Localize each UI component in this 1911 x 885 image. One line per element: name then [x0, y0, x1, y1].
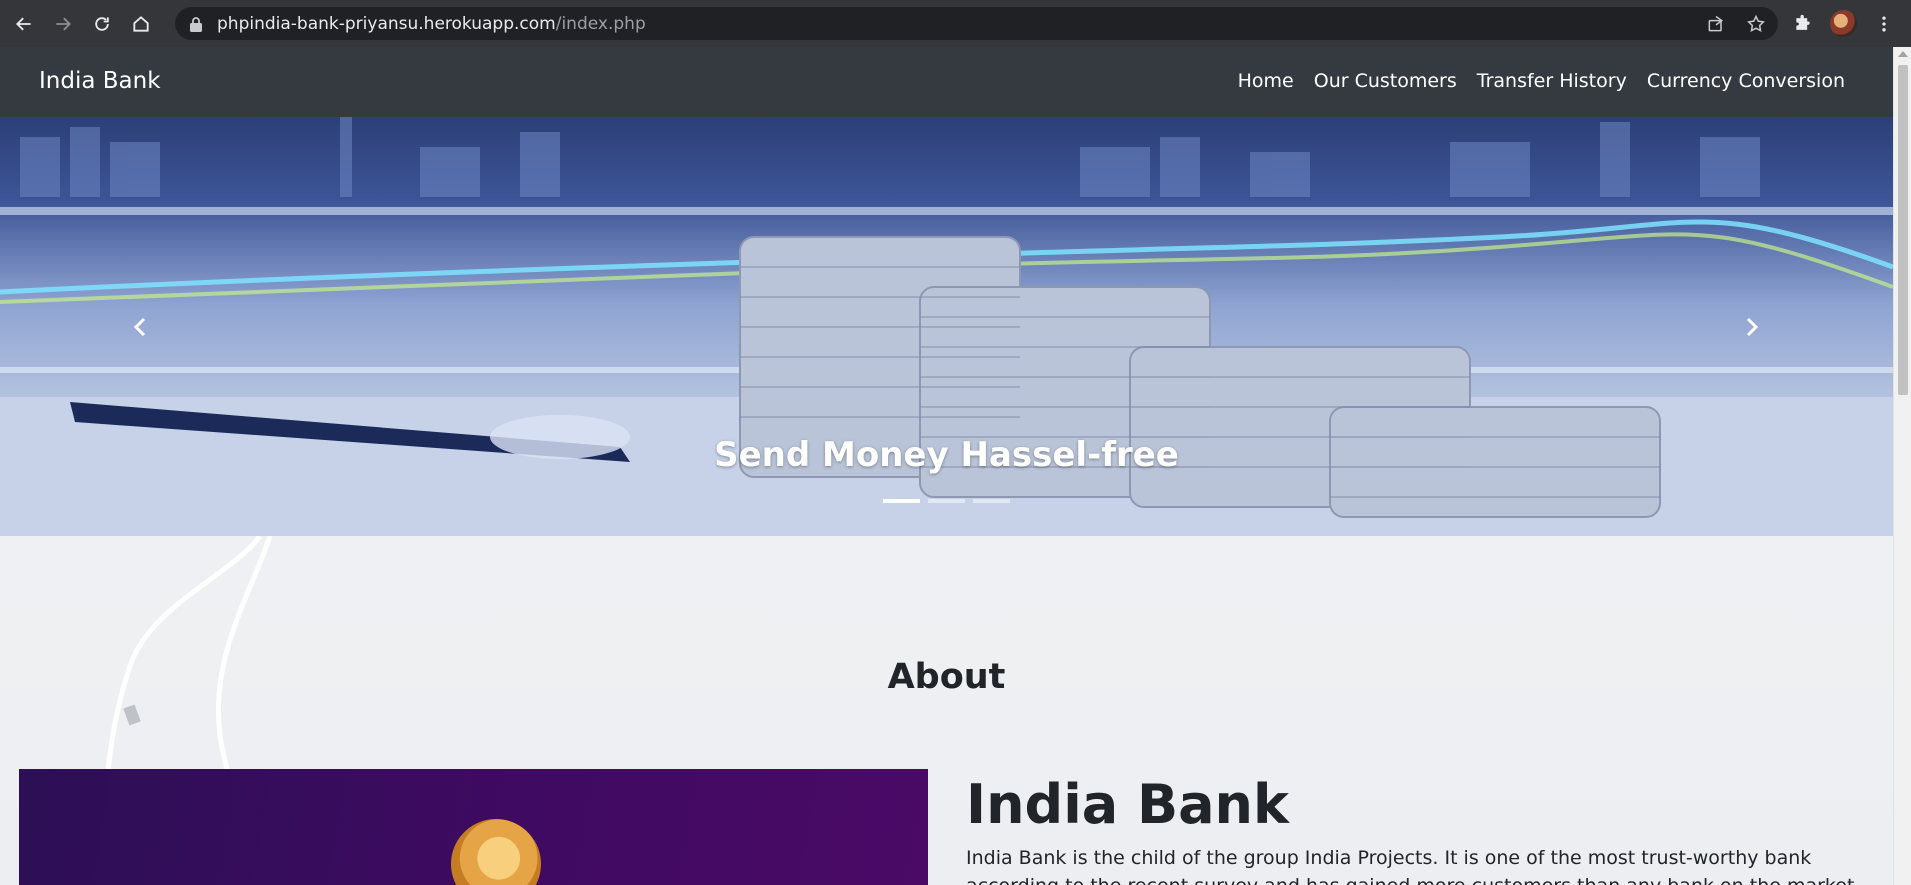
carousel-next-button[interactable]: [1731, 307, 1771, 347]
share-icon: [1708, 15, 1724, 32]
carousel-indicator-2[interactable]: [928, 499, 965, 503]
reload-icon: [95, 16, 109, 31]
kebab-menu-icon: [1882, 16, 1886, 31]
nav-link-currency-conversion[interactable]: Currency Conversion: [1647, 70, 1845, 92]
carousel-indicator-3[interactable]: [973, 499, 1010, 503]
profile-avatar[interactable]: [1830, 10, 1857, 37]
home-icon: [133, 15, 149, 32]
carousel-indicator-1[interactable]: [883, 499, 920, 503]
url-path: /index.php: [555, 13, 646, 34]
puzzle-icon: [1796, 14, 1810, 30]
nav-link-our-customers[interactable]: Our Customers: [1314, 70, 1457, 92]
extensions-button[interactable]: [1790, 11, 1816, 37]
back-button[interactable]: [9, 9, 39, 39]
share-button[interactable]: [1704, 12, 1728, 36]
bookmark-button[interactable]: [1744, 12, 1768, 36]
about-description: India Bank is the child of the group Ind…: [966, 847, 1854, 885]
star-icon: [1747, 14, 1765, 32]
navbar-brand[interactable]: India Bank: [39, 68, 161, 94]
home-button[interactable]: [126, 9, 156, 39]
carousel-prev-button[interactable]: [121, 307, 161, 347]
forward-button[interactable]: [48, 9, 78, 39]
chevron-left-icon: [133, 317, 146, 337]
reload-button[interactable]: [87, 9, 117, 39]
scroll-up-icon[interactable]: [1898, 51, 1908, 57]
coin-image: [438, 806, 554, 885]
browser-toolbar: phpindia-bank-priyansu.herokuapp.com/ind…: [0, 0, 1911, 47]
hero-carousel: Send Money Hassel-free: [0, 117, 1893, 536]
page-scrollbar[interactable]: [1893, 47, 1911, 885]
about-heading: India Bank: [966, 773, 1289, 836]
address-bar[interactable]: phpindia-bank-priyansu.herokuapp.com/ind…: [175, 7, 1778, 40]
carousel-indicators: [883, 499, 1010, 503]
lock-icon: [190, 16, 202, 32]
carousel-caption: Send Money Hassel-free: [714, 435, 1179, 475]
arrow-right-icon: [56, 17, 71, 30]
nav-link-transfer-history[interactable]: Transfer History: [1477, 70, 1627, 92]
page-content: India Bank Home Our Customers Transfer H…: [0, 47, 1911, 885]
about-section-title: About: [887, 657, 1006, 697]
nav-link-home[interactable]: Home: [1238, 70, 1294, 92]
navbar: India Bank Home Our Customers Transfer H…: [0, 47, 1893, 117]
arrow-left-icon: [16, 17, 31, 30]
url-host: phpindia-bank-priyansu.herokuapp.com: [217, 13, 556, 34]
nav-links: Home Our Customers Transfer History Curr…: [1238, 70, 1845, 92]
about-image: [19, 769, 928, 885]
chevron-right-icon: [1746, 317, 1759, 337]
scroll-thumb[interactable]: [1898, 65, 1908, 395]
menu-button[interactable]: [1871, 11, 1897, 37]
